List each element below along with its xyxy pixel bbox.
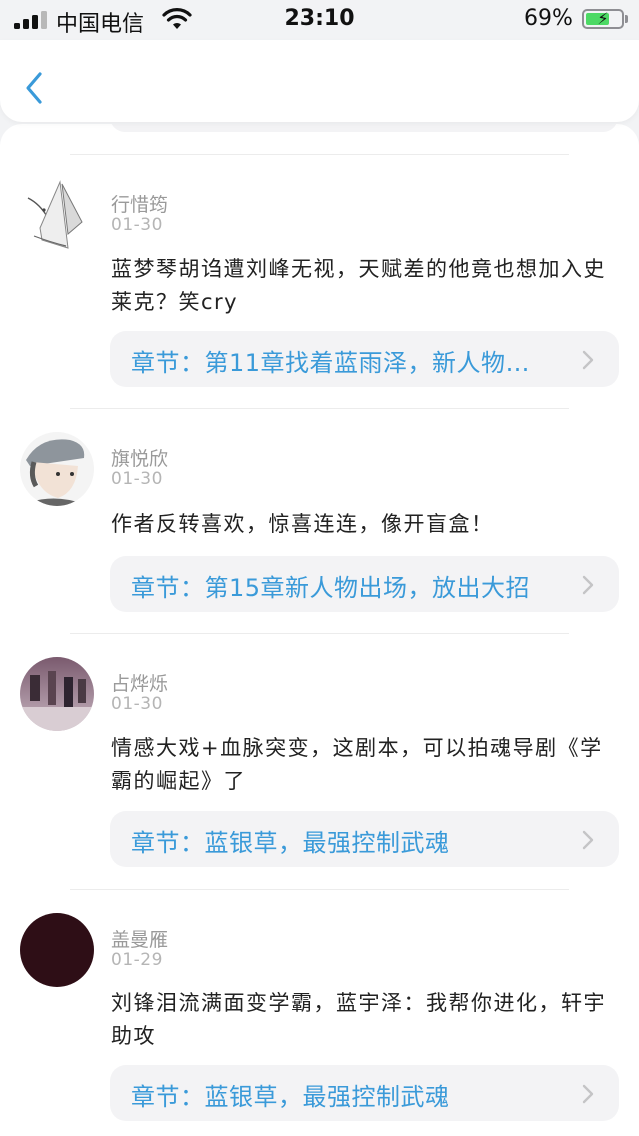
chevron-right-icon [582,350,594,370]
chapter-label: 章节：蓝银草，最强控制武魂 [131,1083,450,1111]
username[interactable]: 旗悦欣 [111,444,168,471]
chapter-label: 章节：第11章找着蓝雨泽，新人物登场 [131,349,551,377]
comment-text: 蓝梦琴胡诌遭刘峰无视，天赋差的他竟也想加入史莱克？笑cry [111,257,606,314]
chapter-link[interactable]: 章节：第15章新人物出场，放出大招 [110,556,619,612]
comment-date: 01-30 [111,469,163,489]
charging-bolt-icon: ⚡ [597,9,609,28]
username[interactable]: 占烨烁 [111,669,168,696]
chevron-right-icon [582,830,594,850]
divider [70,408,569,409]
chapter-label: 章节：第15章新人物出场，放出大招 [131,574,531,602]
username[interactable]: 行惜筠 [111,190,168,217]
chevron-right-icon [582,1084,594,1104]
comment-text: 作者反转喜欢，惊喜连连，像开盲盒！ [111,512,494,536]
divider [70,633,569,634]
avatar[interactable] [20,913,94,987]
comment-list[interactable]: 行惜筠 01-30 蓝梦琴胡诌遭刘峰无视，天赋差的他竟也想加入史莱克？笑cry … [0,124,639,1136]
navigation-bar [0,40,639,122]
status-bar: 中国电信 23:10 69% ⚡ [0,0,639,40]
avatar[interactable] [20,657,94,731]
comment-text: 刘锋泪流满面变学霸，蓝宇泽：我帮你进化，轩宇助攻 [111,991,606,1048]
avatar[interactable] [20,432,94,506]
battery-percent: 69% [524,6,573,31]
battery-icon: ⚡ [582,9,624,29]
comment-date: 01-30 [111,215,163,235]
avatar[interactable] [20,178,94,252]
divider [70,889,569,890]
chapter-link[interactable]: 章节：第11章找着蓝雨泽，新人物登场 [110,331,619,387]
divider [70,154,569,155]
chevron-right-icon [582,575,594,595]
comment-date: 01-29 [111,950,163,970]
previous-chapter-link[interactable] [110,124,618,132]
back-chevron-icon[interactable] [20,68,50,108]
chapter-label: 章节：蓝银草，最强控制武魂 [131,829,450,857]
comment-text: 情感大戏+血脉突变，这剧本，可以拍魂导剧《学霸的崛起》了 [111,736,603,793]
chapter-link[interactable]: 章节：蓝银草，最强控制武魂 [110,1065,619,1121]
comment-date: 01-30 [111,694,163,714]
chapter-link[interactable]: 章节：蓝银草，最强控制武魂 [110,811,619,867]
username[interactable]: 盖曼雁 [111,925,168,952]
